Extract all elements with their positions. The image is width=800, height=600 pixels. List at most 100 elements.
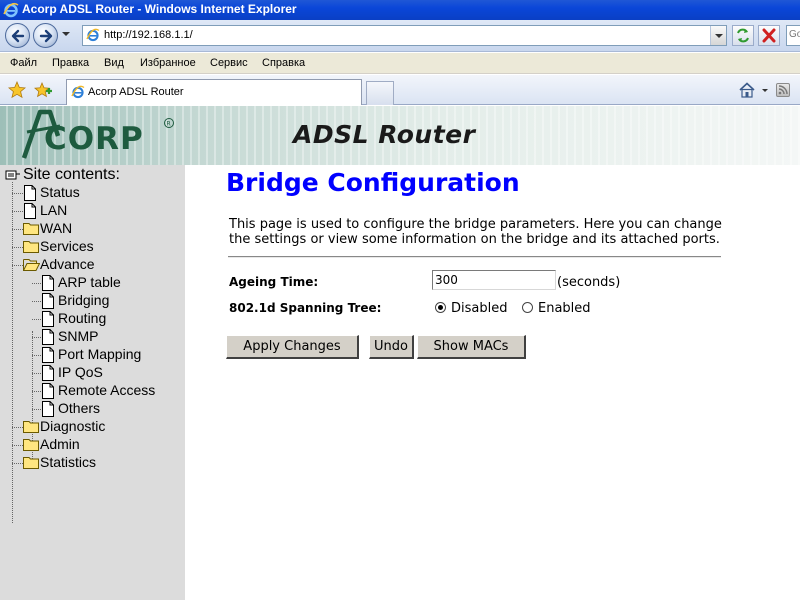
page-icon (42, 329, 54, 345)
add-favorites-icon[interactable] (34, 81, 52, 99)
sidebar-title: Site contents: (23, 166, 120, 183)
page-icon (42, 365, 54, 381)
tab-acorp-router[interactable]: Acorp ADSL Router (66, 79, 362, 105)
window-titlebar[interactable]: Acorp ADSL Router - Windows Internet Exp… (0, 0, 800, 20)
search-placeholder: Go (789, 29, 800, 40)
ageing-time-label: Ageing Time: (229, 275, 319, 289)
tree-line (12, 211, 23, 212)
menu-view[interactable]: Вид (104, 57, 124, 69)
ageing-time-input[interactable]: 300 (432, 270, 556, 290)
back-button[interactable] (5, 23, 30, 48)
page-icon (24, 185, 36, 201)
tree-line (32, 409, 41, 410)
page-title: Bridge Configuration (226, 168, 520, 197)
stp-disabled-radio[interactable] (435, 302, 446, 313)
tree-line (12, 463, 23, 464)
stp-enabled-label: Enabled (538, 301, 591, 316)
sidebar-item-label: Advance (40, 256, 95, 272)
history-dropdown-icon[interactable] (62, 32, 70, 36)
tree-line (12, 445, 23, 446)
page-icon (42, 293, 54, 309)
refresh-button[interactable] (732, 25, 754, 46)
folder-open-icon (23, 259, 40, 271)
tree-line (32, 337, 41, 338)
acorp-logo: CORP R (21, 109, 174, 159)
product-title: ADSL Router (293, 120, 476, 149)
stop-button[interactable] (758, 25, 780, 46)
router-banner: CORP R ADSL Router (0, 106, 800, 165)
show-macs-button[interactable]: Show MACs (417, 335, 526, 359)
tree-line (12, 427, 23, 428)
ie-logo-icon (3, 2, 19, 18)
undo-button[interactable]: Undo (369, 335, 414, 359)
menu-edit[interactable]: Правка (52, 57, 89, 69)
sidebar-item-label: SNMP (58, 328, 99, 344)
page-icon (42, 401, 54, 417)
stop-icon (762, 28, 776, 43)
page-icon (24, 203, 36, 219)
address-url: http://192.168.1.1/ (104, 29, 193, 41)
apply-changes-button[interactable]: Apply Changes (226, 335, 359, 359)
search-input[interactable]: Go (786, 25, 800, 46)
tree-line (12, 182, 13, 523)
page-viewport: CORP R ADSL Router Site contents: Status… (0, 106, 800, 600)
tree-line (32, 301, 41, 302)
tree-line (32, 283, 41, 284)
stp-enabled-radio[interactable] (522, 302, 533, 313)
forward-button[interactable] (33, 23, 58, 48)
home-dropdown-icon[interactable] (762, 89, 768, 92)
svg-text:R: R (167, 121, 171, 128)
page-icon (42, 383, 54, 399)
stp-disabled-label: Disabled (451, 301, 508, 316)
ie-tab-icon (71, 85, 85, 99)
rss-feed-icon[interactable] (776, 83, 790, 97)
sidebar-item-label: Routing (58, 310, 107, 326)
page-icon (42, 275, 54, 291)
folder-icon (23, 457, 39, 469)
ie-page-icon (86, 28, 100, 42)
refresh-icon (737, 28, 749, 43)
address-toolbar: http://192.168.1.1/ Go (0, 20, 800, 52)
tab-title: Acorp ADSL Router (88, 86, 184, 98)
menu-help[interactable]: Справка (262, 57, 305, 69)
tree-root-icon (5, 170, 20, 180)
menu-file[interactable]: Файл (10, 57, 37, 69)
tree-line (12, 247, 23, 248)
site-contents-sidebar: Site contents: Status LAN WAN Services A… (0, 165, 185, 600)
address-dropdown-button[interactable] (710, 26, 726, 45)
new-tab-button[interactable] (366, 81, 394, 105)
sidebar-item-label: Status (40, 184, 80, 200)
tree-line (32, 373, 41, 374)
sidebar-item-label: Statistics (40, 454, 97, 470)
tab-bar: Acorp ADSL Router (0, 75, 800, 105)
address-bar[interactable]: http://192.168.1.1/ (82, 25, 727, 46)
tree-line (32, 391, 41, 392)
folder-icon (23, 421, 39, 433)
sidebar-item-label: Diagnostic (40, 418, 106, 434)
tree-line (12, 229, 23, 230)
page-icon (42, 311, 54, 327)
forward-arrow-icon (39, 29, 53, 43)
sidebar-item-label: Port Mapping (58, 346, 142, 362)
page-description: This page is used to configure the bridg… (229, 217, 722, 247)
tree-line (32, 355, 41, 356)
sidebar-item-label: Others (58, 400, 101, 416)
page-icon (42, 347, 54, 363)
tree-line (32, 319, 41, 320)
main-content: Bridge Configuration This page is used t… (185, 165, 800, 600)
sidebar-item-label: IP QoS (58, 364, 103, 380)
folder-icon (23, 241, 39, 253)
folder-icon (23, 223, 39, 235)
back-arrow-icon (11, 29, 25, 43)
favorites-star-icon[interactable] (8, 81, 26, 99)
sidebar-item-label: WAN (40, 220, 73, 236)
tree-line (12, 193, 23, 194)
sidebar-item-label: LAN (40, 202, 68, 218)
home-icon[interactable] (738, 81, 756, 99)
menu-tools[interactable]: Сервис (210, 57, 248, 69)
sidebar-item-label: Admin (40, 436, 80, 452)
sidebar-item-label: Services (40, 238, 94, 254)
sidebar-item-label: Bridging (58, 292, 110, 308)
ageing-time-unit: (seconds) (557, 275, 621, 290)
menu-favorites[interactable]: Избранное (140, 57, 196, 69)
